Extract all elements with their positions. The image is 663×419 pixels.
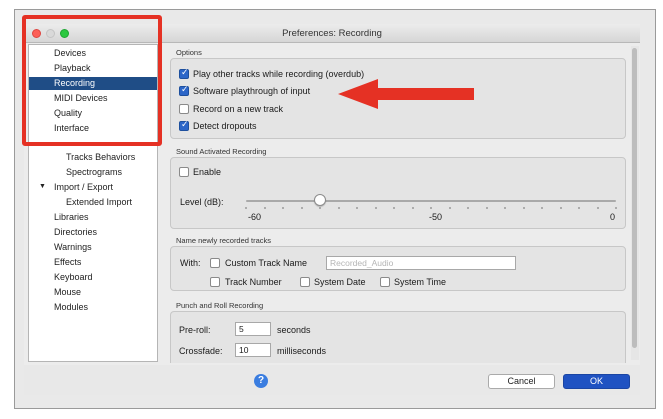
detect-dropouts-label: Detect dropouts	[193, 121, 257, 131]
slider-tick-mark	[430, 207, 432, 209]
sidebar-item-mouse[interactable]: Mouse	[54, 287, 81, 297]
window-title: Preferences: Recording	[282, 28, 382, 39]
record-new-track-checkbox[interactable]	[179, 104, 189, 114]
slider-tick-mark	[300, 207, 303, 209]
ok-button[interactable]: OK	[563, 374, 630, 389]
sidebar-item-interface[interactable]: Interface	[54, 123, 89, 133]
slider-tick-mark	[522, 207, 525, 209]
scrollbar-thumb[interactable]	[632, 48, 637, 348]
level-label: Level (dB):	[180, 197, 224, 207]
sidebar-item-effects[interactable]: Effects	[54, 257, 81, 267]
sidebar-item-import-export[interactable]: Import / Export	[54, 182, 113, 192]
with-label: With:	[180, 258, 201, 268]
custom-track-name-label: Custom Track Name	[225, 258, 308, 268]
slider-tick-mark	[578, 207, 580, 209]
record-new-track-label: Record on a new track	[193, 104, 284, 114]
overdub-checkbox[interactable]	[179, 68, 189, 79]
annotation-arrow-icon	[338, 79, 474, 109]
slider-tick-mark	[448, 207, 451, 209]
slider-tick-mark	[319, 207, 321, 209]
software-playthrough-checkbox[interactable]	[179, 85, 189, 96]
content-scrollbar[interactable]	[631, 46, 639, 360]
sound-activated-heading: Sound Activated Recording	[176, 147, 267, 156]
sidebar-item-extended-import[interactable]: Extended Import	[66, 197, 132, 207]
sidebar-item-directories[interactable]: Directories	[54, 227, 97, 237]
naming-heading: Name newly recorded tracks	[176, 236, 272, 245]
crossfade-input[interactable]	[235, 343, 271, 357]
custom-track-name-checkbox[interactable]	[210, 258, 220, 268]
sidebar-item-tracks-behaviors[interactable]: Tracks Behaviors	[66, 152, 135, 162]
options-heading: Options	[176, 48, 202, 57]
sidebar-item-keyboard[interactable]: Keyboard	[54, 272, 93, 282]
level-scale-mid: -50	[429, 212, 443, 222]
track-number-checkbox[interactable]	[210, 277, 220, 287]
system-time-checkbox[interactable]	[380, 277, 390, 287]
custom-track-name-input[interactable]	[326, 256, 516, 270]
sidebar-item-libraries[interactable]: Libraries	[54, 212, 89, 222]
slider-tick-mark	[337, 207, 340, 209]
system-date-label: System Date	[314, 277, 366, 287]
track-number-label: Track Number	[225, 277, 282, 287]
enable-label: Enable	[193, 167, 222, 177]
cancel-button[interactable]: Cancel	[488, 374, 555, 389]
slider-tick-mark	[485, 207, 488, 209]
punch-roll-heading: Punch and Roll Recording	[176, 301, 264, 310]
crossfade-label: Crossfade:	[179, 346, 223, 356]
software-playthrough-label: Software playthrough of input	[193, 86, 311, 96]
sidebar-item-spectrograms[interactable]: Spectrograms	[66, 167, 122, 177]
preroll-label: Pre-roll:	[179, 325, 211, 335]
slider-tick-mark	[596, 207, 599, 209]
slider-tick-mark	[263, 207, 266, 209]
preferences-sidebar: Devices Playback Recording MIDI Devices …	[28, 44, 158, 362]
enable-sound-activation-checkbox[interactable]	[179, 167, 189, 177]
sidebar-item-recording[interactable]: Recording	[29, 77, 157, 90]
slider-tick-mark	[504, 207, 506, 209]
slider-tick-mark	[615, 207, 617, 209]
slider-tick-mark	[374, 207, 377, 209]
slider-tick-mark	[356, 207, 358, 209]
slider-tick-mark	[559, 207, 562, 209]
level-scale-min: -60	[248, 212, 262, 222]
slider-tick-mark	[245, 207, 247, 209]
slider-tick-mark	[393, 207, 395, 209]
slider-tick-mark	[411, 207, 414, 209]
system-date-checkbox[interactable]	[300, 277, 310, 287]
slider-tick-mark	[541, 207, 543, 209]
crossfade-unit: milliseconds	[277, 346, 327, 356]
level-slider-track	[246, 200, 616, 202]
sidebar-item-playback[interactable]: Playback	[54, 63, 91, 73]
sidebar-item-modules[interactable]: Modules	[54, 302, 88, 312]
preroll-unit: seconds	[277, 325, 311, 335]
detect-dropouts-checkbox[interactable]	[179, 120, 189, 131]
window-titlebar[interactable]: Preferences: Recording	[24, 24, 640, 43]
level-slider[interactable]	[245, 192, 617, 212]
sidebar-item-warnings[interactable]: Warnings	[54, 242, 92, 252]
help-icon[interactable]: ?	[254, 374, 268, 388]
preroll-input[interactable]	[235, 322, 271, 336]
level-slider-knob[interactable]	[314, 194, 326, 206]
sidebar-item-midi-devices[interactable]: MIDI Devices	[54, 93, 108, 103]
disclosure-triangle-icon[interactable]: ▼	[39, 183, 46, 190]
sidebar-item-quality[interactable]: Quality	[54, 108, 82, 118]
level-scale-max: 0	[610, 212, 616, 222]
slider-tick-mark	[282, 207, 284, 209]
slider-tick-mark	[467, 207, 469, 209]
system-time-label: System Time	[394, 277, 447, 287]
sidebar-item-devices[interactable]: Devices	[54, 48, 86, 58]
